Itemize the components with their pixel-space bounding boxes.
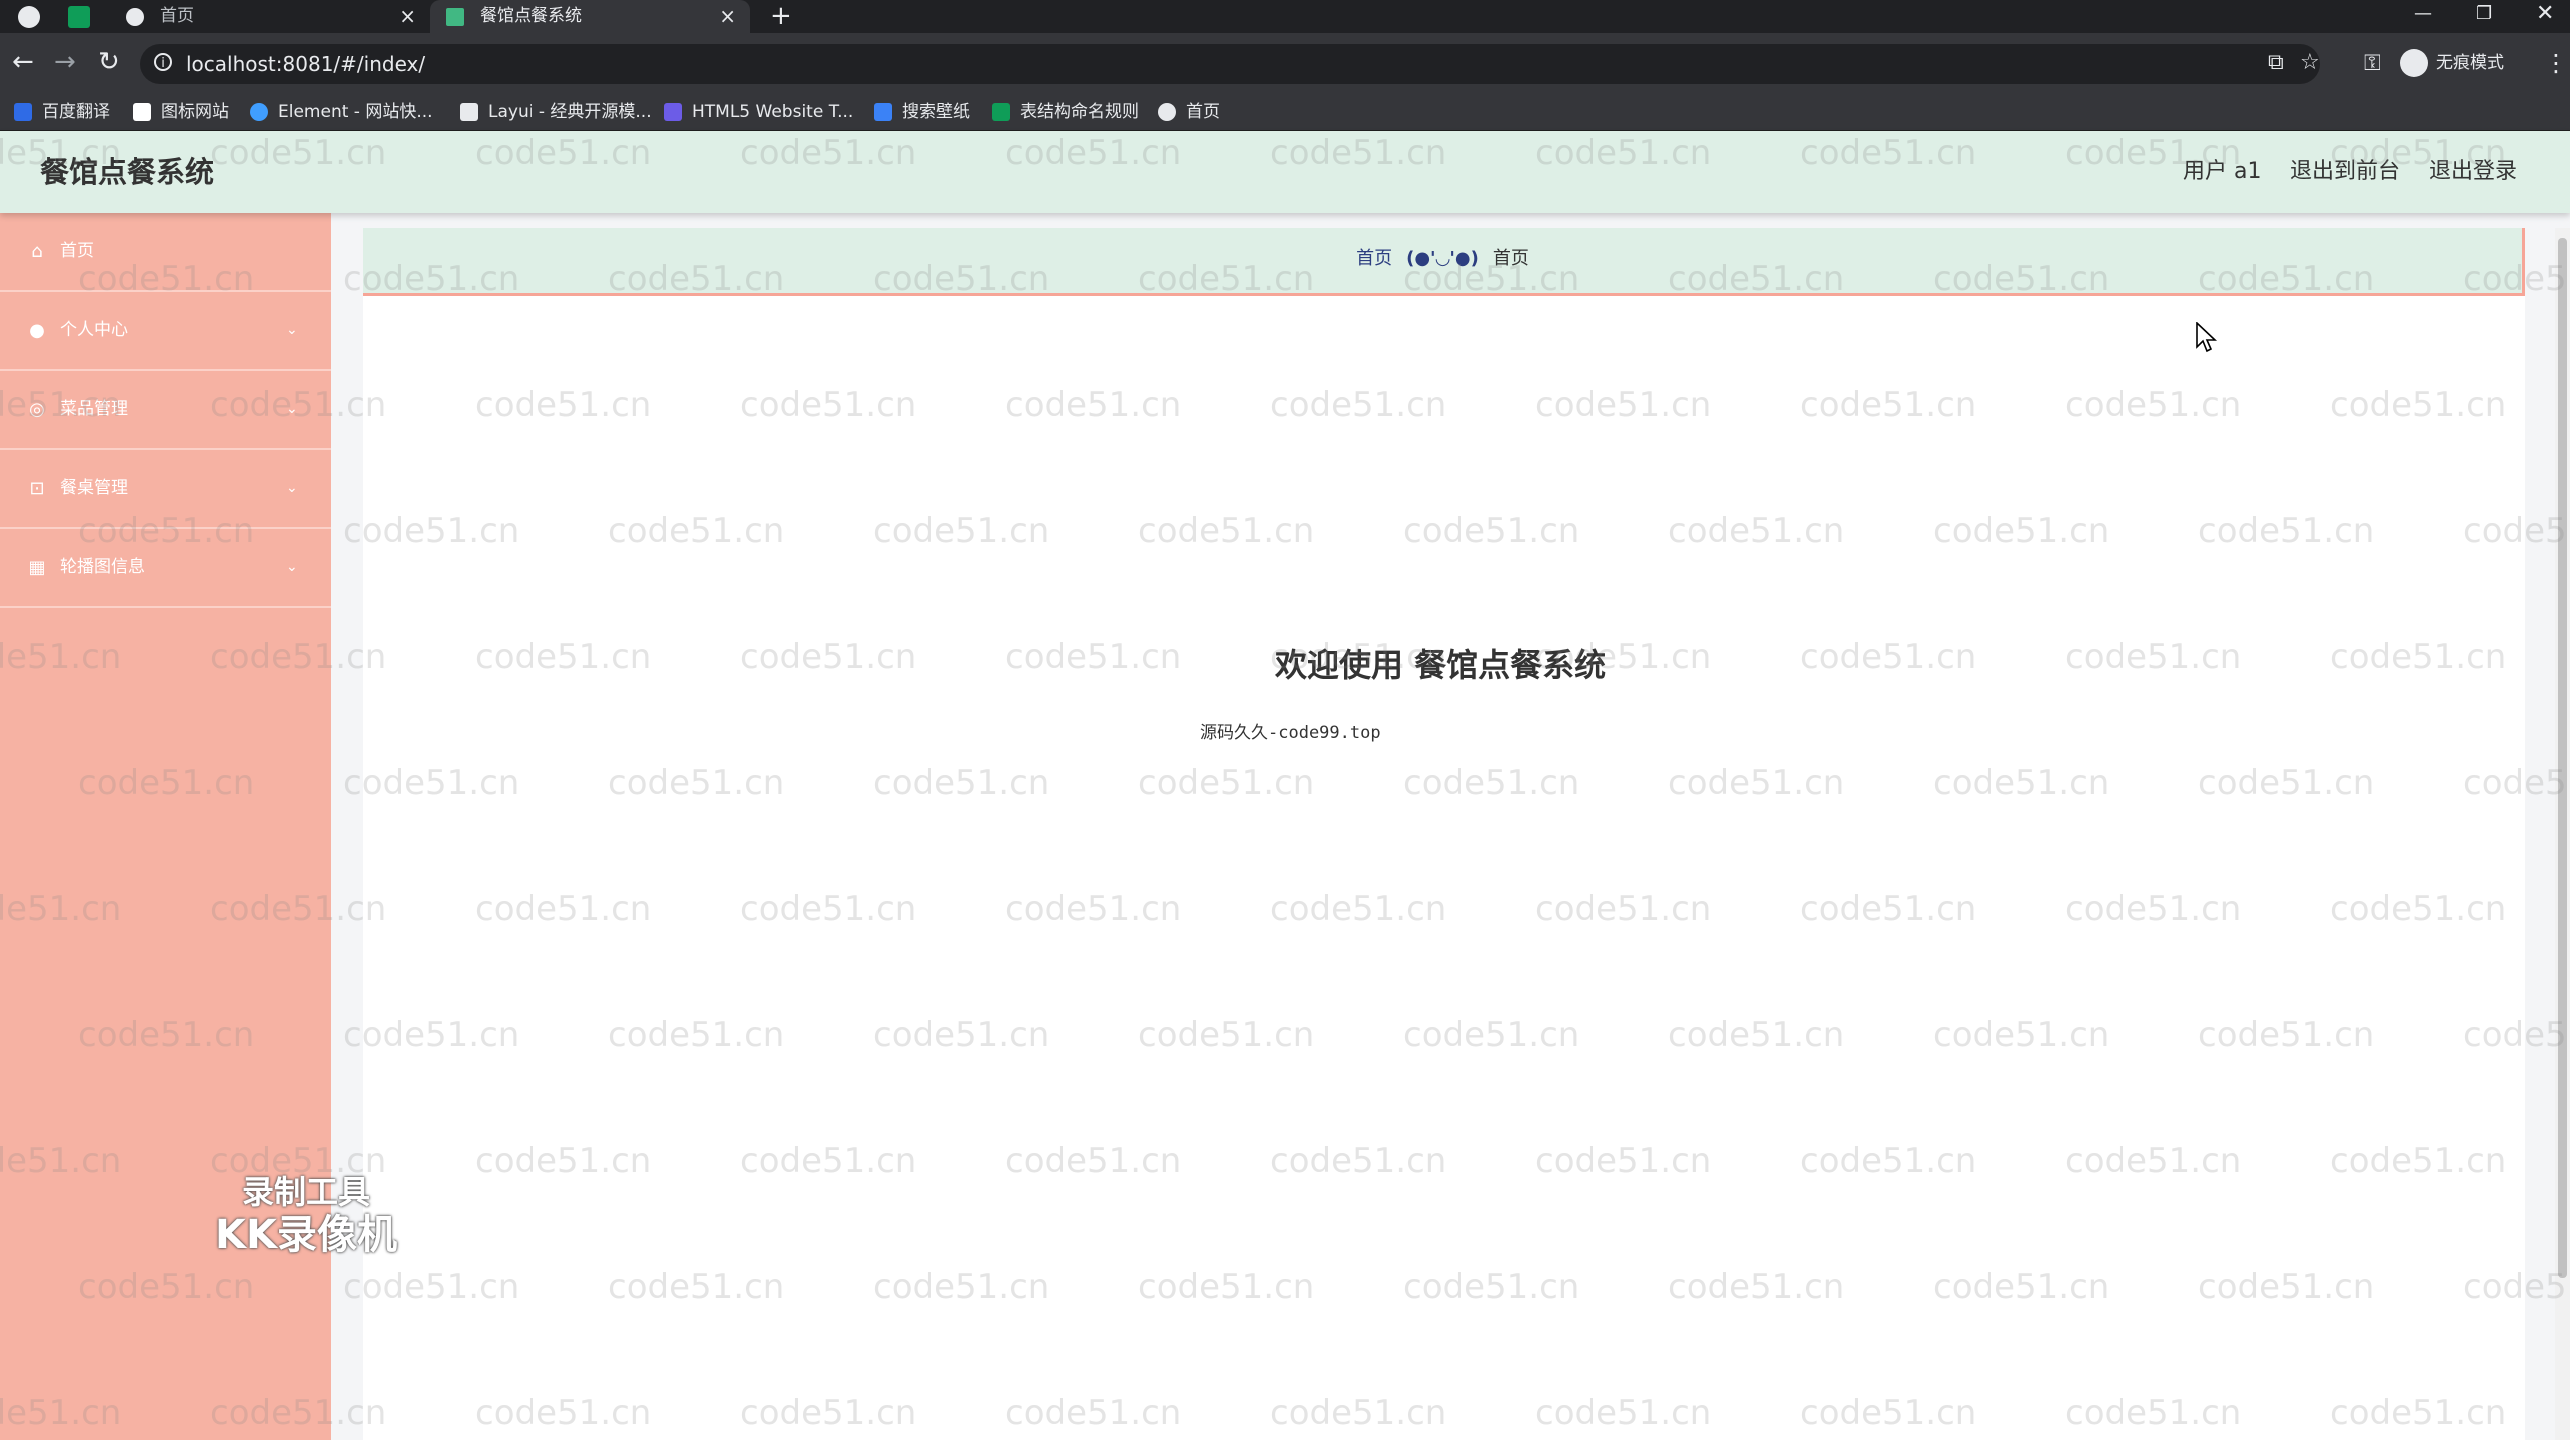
app-header: 餐馆点餐系统 用户 a1 退出到前台 退出登录 <box>0 131 2570 213</box>
url-text[interactable]: localhost:8081/#/index/ <box>186 44 425 84</box>
wallpaper-icon <box>874 103 892 121</box>
sidebar-item-label: 个人中心 <box>60 320 128 340</box>
globe-icon <box>126 8 144 26</box>
sidebar-item-dish-management[interactable]: ◎ 菜品管理 ⌄ <box>0 371 331 450</box>
incognito-label: 无痕模式 <box>2436 53 2504 73</box>
sidebar-item-personal-center[interactable]: ● 个人中心 ⌄ <box>0 292 331 371</box>
bookmark-item[interactable]: Element - 网站快... <box>250 93 433 131</box>
new-tab-button[interactable]: + <box>770 0 792 33</box>
translate-icon[interactable]: ⧉ <box>2268 50 2284 75</box>
bookmark-item[interactable]: Layui - 经典开源模... <box>460 93 652 131</box>
close-window-icon[interactable]: ✕ <box>2536 0 2554 28</box>
forward-icon[interactable]: → <box>54 47 76 77</box>
address-bar[interactable]: i localhost:8081/#/index/ ⧉ ☆ <box>140 44 2320 84</box>
sidebar-item-carousel-info[interactable]: ▦ 轮播图信息 ⌄ <box>0 529 331 608</box>
chevron-down-icon: ⌄ <box>286 401 298 417</box>
element-icon <box>250 103 268 121</box>
back-to-front-link[interactable]: 退出到前台 <box>2290 131 2400 213</box>
layui-icon <box>460 103 478 121</box>
incognito-icon <box>2400 49 2428 77</box>
site-info-icon[interactable]: i <box>154 53 172 71</box>
more-menu-icon[interactable]: ⋮ <box>2544 49 2568 77</box>
bookmark-item[interactable]: 首页 <box>1158 93 1220 131</box>
incognito-profile[interactable]: 无痕模式 <box>2400 48 2504 78</box>
tab-title: 餐馆点餐系统 <box>480 6 582 26</box>
tab-title: 首页 <box>160 6 194 26</box>
table-naming-icon <box>992 103 1010 121</box>
sidebar-item-label: 首页 <box>60 241 94 261</box>
user-label: 用户 a1 <box>2183 159 2262 184</box>
sidebar-item-home[interactable]: ⌂ 首页 <box>0 213 331 292</box>
source-note: 源码久久-code99.top <box>1200 723 1381 743</box>
breadcrumb-separator: (●'◡'●) <box>1406 248 1479 269</box>
table-icon: ⊡ <box>29 478 45 499</box>
bookmark-item[interactable]: HTML5 Website T... <box>664 93 853 131</box>
mouse-cursor-icon <box>2196 322 2218 353</box>
scrollbar-thumb[interactable] <box>2558 238 2567 1278</box>
main-panel <box>363 228 2525 1440</box>
bookmark-item[interactable]: 百度翻译 <box>14 93 110 131</box>
breadcrumb-home-link[interactable]: 首页 <box>1356 248 1392 269</box>
bookmark-item[interactable]: 表结构命名规则 <box>992 93 1139 131</box>
recorder-watermark: 录制工具 KK录像机 <box>215 1172 397 1258</box>
chevron-down-icon: ⌄ <box>286 322 298 338</box>
browser-menu-icon[interactable] <box>18 6 40 28</box>
recorder-line1: 录制工具 <box>241 1173 370 1211</box>
sidebar-item-table-management[interactable]: ⊡ 餐桌管理 ⌄ <box>0 450 331 529</box>
browser-tab-strip: 首页 × 餐馆点餐系统 × + — ❐ ✕ <box>0 0 2570 33</box>
baidu-translate-icon <box>14 103 32 121</box>
flag-icon <box>133 103 151 121</box>
chevron-down-icon: ⌄ <box>286 559 298 575</box>
logout-link[interactable]: 退出登录 <box>2429 131 2517 213</box>
carousel-icon: ▦ <box>28 557 46 578</box>
bookmark-item[interactable]: 搜索壁纸 <box>874 93 970 131</box>
html5-template-icon <box>664 103 682 121</box>
back-icon[interactable]: ← <box>12 47 34 77</box>
home-icon: ⌂ <box>31 241 43 262</box>
user-icon: ● <box>29 320 45 341</box>
close-tab-icon[interactable]: × <box>719 0 736 33</box>
tab-restaurant-system[interactable]: 餐馆点餐系统 × <box>430 0 750 33</box>
key-icon[interactable]: ⚿ <box>2364 51 2381 76</box>
app-title: 餐馆点餐系统 <box>40 155 215 189</box>
close-tab-icon[interactable]: × <box>399 0 416 33</box>
welcome-title: 欢迎使用 餐馆点餐系统 <box>1275 646 1607 684</box>
app-grid-icon[interactable] <box>68 6 90 28</box>
reload-icon[interactable]: ↻ <box>98 47 120 77</box>
minimize-icon[interactable]: — <box>2414 0 2432 28</box>
breadcrumb: 首页 (●'◡'●) 首页 <box>363 228 2525 296</box>
bookmarks-bar: 百度翻译 图标网站 Element - 网站快... Layui - 经典开源模… <box>0 93 2570 131</box>
sidebar-item-label: 轮播图信息 <box>60 557 145 577</box>
restore-icon[interactable]: ❐ <box>2476 0 2492 28</box>
bookmark-star-icon[interactable]: ☆ <box>2300 50 2320 75</box>
dish-icon: ◎ <box>29 399 45 420</box>
recorder-line2: KK录像机 <box>215 1212 397 1258</box>
sidebar-item-label: 餐桌管理 <box>60 478 128 498</box>
sidebar-item-label: 菜品管理 <box>60 399 128 419</box>
globe-icon <box>1158 103 1176 121</box>
bookmark-item[interactable]: 图标网站 <box>133 93 229 131</box>
vue-icon <box>446 8 464 26</box>
chevron-down-icon: ⌄ <box>286 480 298 496</box>
breadcrumb-current: 首页 <box>1492 248 1529 269</box>
browser-toolbar: ← → ↻ i localhost:8081/#/index/ ⧉ ☆ ⚿ 无痕… <box>0 33 2570 93</box>
tab-home[interactable]: 首页 × <box>110 0 430 33</box>
page-scrollbar[interactable] <box>2555 228 2570 1440</box>
